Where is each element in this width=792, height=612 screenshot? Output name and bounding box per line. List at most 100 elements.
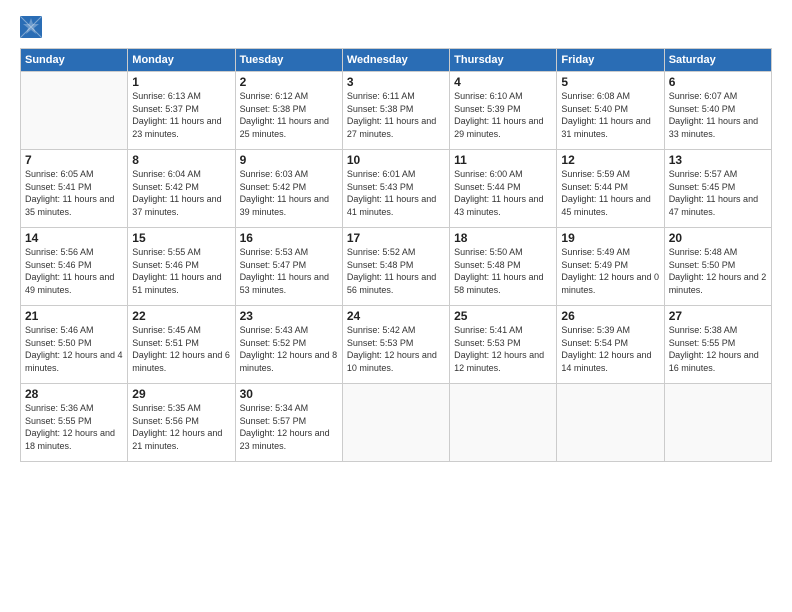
daylight: Daylight: 11 hours and 25 minutes. xyxy=(240,116,329,139)
sunrise: Sunrise: 5:52 AM xyxy=(347,247,416,257)
daylight: Daylight: 11 hours and 31 minutes. xyxy=(561,116,650,139)
day-number: 30 xyxy=(240,387,338,401)
sunset: Sunset: 5:53 PM xyxy=(454,338,521,348)
daylight: Daylight: 12 hours and 21 minutes. xyxy=(132,428,222,451)
sunset: Sunset: 5:42 PM xyxy=(132,182,199,192)
sunrise: Sunrise: 5:45 AM xyxy=(132,325,201,335)
day-info: Sunrise: 6:12 AM Sunset: 5:38 PM Dayligh… xyxy=(240,90,338,140)
sunset: Sunset: 5:46 PM xyxy=(132,260,199,270)
sunrise: Sunrise: 5:55 AM xyxy=(132,247,201,257)
sunset: Sunset: 5:47 PM xyxy=(240,260,307,270)
daylight: Daylight: 11 hours and 47 minutes. xyxy=(669,194,758,217)
calendar-cell: 24 Sunrise: 5:42 AM Sunset: 5:53 PM Dayl… xyxy=(342,306,449,384)
day-number: 17 xyxy=(347,231,445,245)
day-number: 24 xyxy=(347,309,445,323)
calendar-cell: 3 Sunrise: 6:11 AM Sunset: 5:38 PM Dayli… xyxy=(342,72,449,150)
sunrise: Sunrise: 5:50 AM xyxy=(454,247,523,257)
calendar-cell xyxy=(21,72,128,150)
day-info: Sunrise: 5:41 AM Sunset: 5:53 PM Dayligh… xyxy=(454,324,552,374)
day-number: 4 xyxy=(454,75,552,89)
day-info: Sunrise: 5:42 AM Sunset: 5:53 PM Dayligh… xyxy=(347,324,445,374)
weekday-header: Wednesday xyxy=(342,49,449,72)
day-number: 7 xyxy=(25,153,123,167)
day-number: 25 xyxy=(454,309,552,323)
daylight: Daylight: 11 hours and 27 minutes. xyxy=(347,116,436,139)
sunset: Sunset: 5:38 PM xyxy=(347,104,414,114)
day-info: Sunrise: 5:52 AM Sunset: 5:48 PM Dayligh… xyxy=(347,246,445,296)
day-info: Sunrise: 5:43 AM Sunset: 5:52 PM Dayligh… xyxy=(240,324,338,374)
weekday-header: Thursday xyxy=(450,49,557,72)
sunrise: Sunrise: 6:03 AM xyxy=(240,169,309,179)
day-info: Sunrise: 5:55 AM Sunset: 5:46 PM Dayligh… xyxy=(132,246,230,296)
daylight: Daylight: 11 hours and 53 minutes. xyxy=(240,272,329,295)
daylight: Daylight: 12 hours and 10 minutes. xyxy=(347,350,437,373)
sunrise: Sunrise: 5:43 AM xyxy=(240,325,309,335)
sunrise: Sunrise: 5:46 AM xyxy=(25,325,94,335)
sunrise: Sunrise: 6:12 AM xyxy=(240,91,309,101)
sunrise: Sunrise: 6:11 AM xyxy=(347,91,415,101)
sunrise: Sunrise: 6:08 AM xyxy=(561,91,630,101)
day-info: Sunrise: 5:39 AM Sunset: 5:54 PM Dayligh… xyxy=(561,324,659,374)
daylight: Daylight: 12 hours and 12 minutes. xyxy=(454,350,544,373)
day-info: Sunrise: 6:03 AM Sunset: 5:42 PM Dayligh… xyxy=(240,168,338,218)
sunset: Sunset: 5:46 PM xyxy=(25,260,92,270)
day-number: 11 xyxy=(454,153,552,167)
sunrise: Sunrise: 5:53 AM xyxy=(240,247,309,257)
sunrise: Sunrise: 6:10 AM xyxy=(454,91,523,101)
calendar-cell xyxy=(450,384,557,462)
sunset: Sunset: 5:42 PM xyxy=(240,182,307,192)
day-info: Sunrise: 6:00 AM Sunset: 5:44 PM Dayligh… xyxy=(454,168,552,218)
sunset: Sunset: 5:41 PM xyxy=(25,182,92,192)
sunset: Sunset: 5:50 PM xyxy=(25,338,92,348)
sunset: Sunset: 5:56 PM xyxy=(132,416,199,426)
day-info: Sunrise: 6:01 AM Sunset: 5:43 PM Dayligh… xyxy=(347,168,445,218)
sunrise: Sunrise: 5:57 AM xyxy=(669,169,738,179)
calendar-cell: 28 Sunrise: 5:36 AM Sunset: 5:55 PM Dayl… xyxy=(21,384,128,462)
sunset: Sunset: 5:38 PM xyxy=(240,104,307,114)
day-number: 10 xyxy=(347,153,445,167)
daylight: Daylight: 11 hours and 45 minutes. xyxy=(561,194,650,217)
calendar-cell: 6 Sunrise: 6:07 AM Sunset: 5:40 PM Dayli… xyxy=(664,72,771,150)
sunrise: Sunrise: 5:36 AM xyxy=(25,403,94,413)
sunset: Sunset: 5:44 PM xyxy=(561,182,628,192)
sunrise: Sunrise: 5:59 AM xyxy=(561,169,630,179)
daylight: Daylight: 12 hours and 8 minutes. xyxy=(240,350,338,373)
day-number: 20 xyxy=(669,231,767,245)
calendar-cell: 25 Sunrise: 5:41 AM Sunset: 5:53 PM Dayl… xyxy=(450,306,557,384)
calendar-cell: 17 Sunrise: 5:52 AM Sunset: 5:48 PM Dayl… xyxy=(342,228,449,306)
calendar-cell: 5 Sunrise: 6:08 AM Sunset: 5:40 PM Dayli… xyxy=(557,72,664,150)
calendar-cell: 11 Sunrise: 6:00 AM Sunset: 5:44 PM Dayl… xyxy=(450,150,557,228)
daylight: Daylight: 12 hours and 2 minutes. xyxy=(669,272,767,295)
day-info: Sunrise: 6:13 AM Sunset: 5:37 PM Dayligh… xyxy=(132,90,230,140)
sunset: Sunset: 5:37 PM xyxy=(132,104,199,114)
calendar-cell: 23 Sunrise: 5:43 AM Sunset: 5:52 PM Dayl… xyxy=(235,306,342,384)
sunrise: Sunrise: 5:56 AM xyxy=(25,247,94,257)
day-number: 8 xyxy=(132,153,230,167)
daylight: Daylight: 12 hours and 4 minutes. xyxy=(25,350,123,373)
weekday-header: Friday xyxy=(557,49,664,72)
day-info: Sunrise: 5:35 AM Sunset: 5:56 PM Dayligh… xyxy=(132,402,230,452)
calendar-week-row: 1 Sunrise: 6:13 AM Sunset: 5:37 PM Dayli… xyxy=(21,72,772,150)
calendar-cell xyxy=(342,384,449,462)
day-number: 28 xyxy=(25,387,123,401)
sunrise: Sunrise: 5:48 AM xyxy=(669,247,738,257)
day-number: 3 xyxy=(347,75,445,89)
sunset: Sunset: 5:48 PM xyxy=(454,260,521,270)
weekday-header: Sunday xyxy=(21,49,128,72)
day-number: 22 xyxy=(132,309,230,323)
sunrise: Sunrise: 5:38 AM xyxy=(669,325,738,335)
weekday-header: Tuesday xyxy=(235,49,342,72)
day-number: 13 xyxy=(669,153,767,167)
sunset: Sunset: 5:54 PM xyxy=(561,338,628,348)
calendar-week-row: 21 Sunrise: 5:46 AM Sunset: 5:50 PM Dayl… xyxy=(21,306,772,384)
calendar-cell: 8 Sunrise: 6:04 AM Sunset: 5:42 PM Dayli… xyxy=(128,150,235,228)
sunset: Sunset: 5:43 PM xyxy=(347,182,414,192)
day-number: 14 xyxy=(25,231,123,245)
daylight: Daylight: 11 hours and 39 minutes. xyxy=(240,194,329,217)
logo-icon xyxy=(20,16,42,38)
sunrise: Sunrise: 5:41 AM xyxy=(454,325,523,335)
day-info: Sunrise: 5:59 AM Sunset: 5:44 PM Dayligh… xyxy=(561,168,659,218)
sunset: Sunset: 5:48 PM xyxy=(347,260,414,270)
daylight: Daylight: 11 hours and 58 minutes. xyxy=(454,272,543,295)
daylight: Daylight: 11 hours and 37 minutes. xyxy=(132,194,221,217)
